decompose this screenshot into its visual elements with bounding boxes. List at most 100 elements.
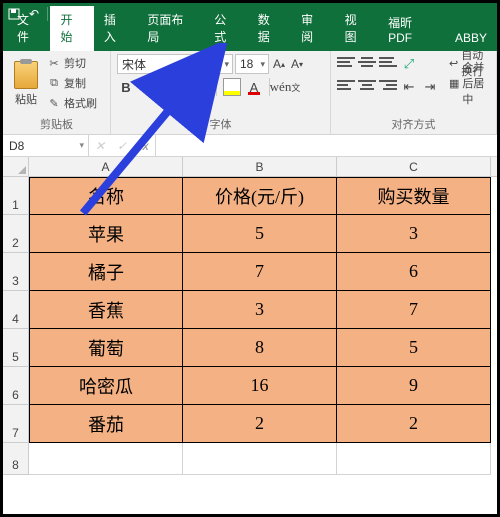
cell[interactable]: 9 bbox=[337, 367, 491, 405]
format-painter-label: 格式刷 bbox=[64, 95, 97, 111]
row-header[interactable]: 4 bbox=[3, 291, 29, 329]
phonetic-guide-button[interactable]: wén文 bbox=[276, 77, 294, 97]
ribbon-tabs: 文件 开始 插入 页面布局 公式 数据 审阅 视图 福昕PDF ABBY bbox=[3, 25, 497, 51]
font-name-select[interactable]: 宋体 bbox=[117, 54, 233, 74]
cell[interactable]: 7 bbox=[337, 291, 491, 329]
merge-icon: ▦ bbox=[449, 77, 459, 90]
row-header[interactable]: 6 bbox=[3, 367, 29, 405]
cell[interactable] bbox=[337, 443, 491, 475]
italic-button[interactable]: I bbox=[139, 77, 157, 97]
align-right-button[interactable] bbox=[379, 77, 397, 93]
merge-center-label: 合并后居中 bbox=[462, 59, 490, 107]
tab-page-layout[interactable]: 页面布局 bbox=[137, 6, 204, 51]
cell[interactable]: 购买数量 bbox=[337, 177, 491, 215]
copy-label: 复制 bbox=[64, 75, 86, 91]
tab-insert[interactable]: 插入 bbox=[94, 6, 137, 51]
cell[interactable]: 名称 bbox=[29, 177, 183, 215]
copy-icon: ⧉ bbox=[47, 76, 61, 90]
tab-file[interactable]: 文件 bbox=[7, 6, 50, 51]
cancel-formula-icon[interactable]: ✕ bbox=[89, 139, 111, 153]
cell[interactable]: 番茄 bbox=[29, 405, 183, 443]
formula-input[interactable] bbox=[156, 135, 497, 156]
merge-center-button[interactable]: ▦ 合并后居中 bbox=[449, 74, 490, 92]
brush-icon: ✎ bbox=[47, 96, 61, 110]
cell[interactable]: 7 bbox=[183, 253, 337, 291]
increase-indent-button[interactable]: ⇥ bbox=[421, 77, 439, 97]
separator bbox=[185, 78, 186, 96]
cell[interactable]: 3 bbox=[183, 291, 337, 329]
separator bbox=[216, 78, 217, 96]
align-center-button[interactable] bbox=[358, 77, 376, 93]
group-font: 宋体 18 A▴ A▾ B I U A wén文 字体 bbox=[111, 51, 331, 134]
decrease-font-icon[interactable]: A▾ bbox=[289, 54, 305, 74]
group-label-alignment: 对齐方式 bbox=[337, 114, 490, 132]
cell[interactable]: 哈密瓜 bbox=[29, 367, 183, 405]
tab-data[interactable]: 数据 bbox=[248, 6, 291, 51]
col-header-b[interactable]: B bbox=[183, 157, 337, 176]
copy-button[interactable]: ⧉ 复制 bbox=[47, 74, 97, 92]
paste-icon bbox=[14, 61, 38, 89]
align-bottom-button[interactable] bbox=[379, 54, 397, 70]
group-label-clipboard: 剪贴板 bbox=[9, 114, 104, 132]
border-button[interactable] bbox=[192, 77, 210, 97]
cell[interactable] bbox=[183, 443, 337, 475]
row-header[interactable]: 1 bbox=[3, 177, 29, 215]
cell[interactable]: 16 bbox=[183, 367, 337, 405]
row-header[interactable]: 5 bbox=[3, 329, 29, 367]
row-header[interactable]: 8 bbox=[3, 443, 29, 475]
worksheet: A B C 1 名称 价格(元/斤) 购买数量 2 苹果 5 3 3 橘子 7 … bbox=[3, 157, 497, 475]
group-label-font: 字体 bbox=[117, 114, 324, 132]
formula-bar: D8 ✕ ✓ fx bbox=[3, 135, 497, 157]
cut-label: 剪切 bbox=[64, 55, 86, 71]
row-header[interactable]: 7 bbox=[3, 405, 29, 443]
scissors-icon: ✂ bbox=[47, 56, 61, 70]
align-middle-button[interactable] bbox=[358, 54, 376, 70]
cell[interactable]: 苹果 bbox=[29, 215, 183, 253]
align-left-button[interactable] bbox=[337, 77, 355, 93]
enter-formula-icon[interactable]: ✓ bbox=[111, 139, 133, 153]
row-header[interactable]: 2 bbox=[3, 215, 29, 253]
tab-formulas[interactable]: 公式 bbox=[204, 6, 247, 51]
select-all-corner[interactable] bbox=[3, 157, 29, 176]
format-painter-button[interactable]: ✎ 格式刷 bbox=[47, 94, 97, 112]
cell[interactable]: 8 bbox=[183, 329, 337, 367]
row-header[interactable]: 3 bbox=[3, 253, 29, 291]
orientation-button[interactable]: ⤢ bbox=[400, 54, 418, 74]
increase-font-icon[interactable]: A▴ bbox=[271, 54, 287, 74]
cell[interactable]: 2 bbox=[183, 405, 337, 443]
cell[interactable]: 香蕉 bbox=[29, 291, 183, 329]
group-alignment: ⤢ ⇤ ⇥ ↩ 自动换行 ▦ 合并后居中 bbox=[331, 51, 497, 134]
cell[interactable]: 6 bbox=[337, 253, 491, 291]
fill-color-button[interactable] bbox=[223, 78, 241, 96]
grid: 1 名称 价格(元/斤) 购买数量 2 苹果 5 3 3 橘子 7 6 4 香蕉… bbox=[3, 177, 497, 475]
cell[interactable]: 5 bbox=[337, 329, 491, 367]
cell[interactable]: 橘子 bbox=[29, 253, 183, 291]
paste-label: 粘贴 bbox=[15, 91, 37, 107]
underline-button[interactable]: U bbox=[161, 77, 179, 97]
col-header-c[interactable]: C bbox=[337, 157, 491, 176]
name-box[interactable]: D8 bbox=[3, 135, 89, 156]
font-color-button[interactable]: A bbox=[245, 77, 263, 97]
tab-review[interactable]: 审阅 bbox=[291, 6, 334, 51]
col-header-a[interactable]: A bbox=[29, 157, 183, 176]
group-clipboard: 粘贴 ✂ 剪切 ⧉ 复制 ✎ 格式刷 剪贴板 bbox=[3, 51, 111, 134]
wrap-icon: ↩ bbox=[449, 57, 458, 70]
ribbon: 粘贴 ✂ 剪切 ⧉ 复制 ✎ 格式刷 剪贴板 宋体 bbox=[3, 51, 497, 135]
bold-button[interactable]: B bbox=[117, 77, 135, 97]
tab-home[interactable]: 开始 bbox=[50, 6, 93, 51]
decrease-indent-button[interactable]: ⇤ bbox=[400, 77, 418, 97]
cell[interactable]: 3 bbox=[337, 215, 491, 253]
cell[interactable] bbox=[29, 443, 183, 475]
font-size-select[interactable]: 18 bbox=[235, 54, 269, 74]
cell[interactable]: 5 bbox=[183, 215, 337, 253]
fx-icon[interactable]: fx bbox=[133, 139, 155, 153]
column-headers: A B C bbox=[3, 157, 497, 177]
paste-button[interactable]: 粘贴 bbox=[9, 54, 43, 114]
tab-foxit-pdf[interactable]: 福昕PDF bbox=[378, 9, 445, 51]
cell[interactable]: 葡萄 bbox=[29, 329, 183, 367]
align-top-button[interactable] bbox=[337, 54, 355, 70]
cell[interactable]: 价格(元/斤) bbox=[183, 177, 337, 215]
cell[interactable]: 2 bbox=[337, 405, 491, 443]
cut-button[interactable]: ✂ 剪切 bbox=[47, 54, 97, 72]
tab-view[interactable]: 视图 bbox=[335, 6, 378, 51]
